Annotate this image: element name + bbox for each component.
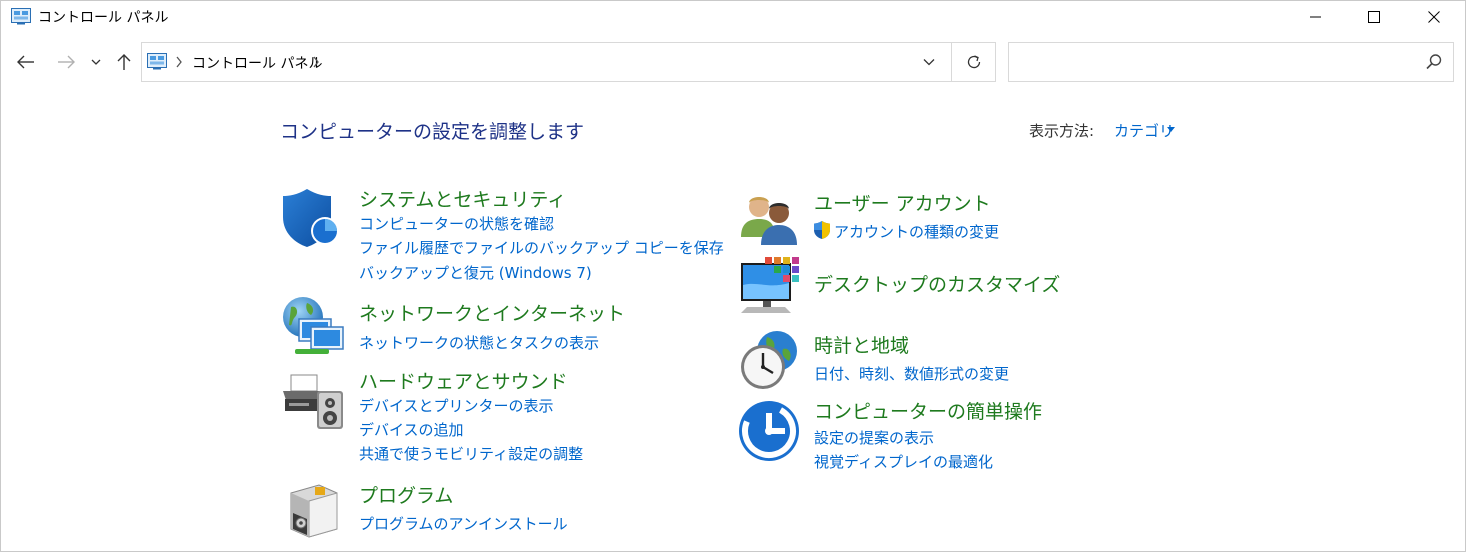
link-check-computer-status[interactable]: コンピューターの状態を確認	[359, 213, 554, 234]
category-ease-of-access[interactable]: コンピューターの簡単操作	[814, 397, 1042, 424]
clock-globe-icon[interactable]	[737, 329, 801, 393]
category-clock-region[interactable]: 時計と地域	[814, 331, 909, 358]
search-icon[interactable]	[1425, 53, 1443, 71]
link-mobility-settings[interactable]: 共通で使うモビリティ設定の調整	[359, 443, 583, 464]
control-panel-icon	[11, 8, 31, 25]
link-network-status-tasks[interactable]: ネットワークの状態とタスクの表示	[359, 332, 599, 353]
maximize-button[interactable]	[1351, 1, 1397, 33]
link-backup-restore[interactable]: バックアップと復元 (Windows 7)	[359, 262, 592, 283]
recent-locations-button[interactable]	[85, 49, 107, 75]
link-optimize-visual-display[interactable]: 視覚ディスプレイの最適化	[814, 451, 993, 472]
search-input[interactable]	[1015, 49, 1415, 75]
view-by-dropdown[interactable]: カテゴリ	[1114, 120, 1174, 141]
shield-icon[interactable]	[281, 187, 345, 251]
dropdown-arrow-icon[interactable]	[1167, 127, 1175, 132]
category-programs[interactable]: プログラム	[359, 481, 453, 508]
ease-of-access-icon[interactable]	[737, 399, 801, 463]
chevron-down-icon	[91, 59, 101, 65]
maximize-icon	[1368, 11, 1380, 23]
minimize-button[interactable]	[1293, 1, 1339, 33]
link-file-history-backup[interactable]: ファイル履歴でファイルのバックアップ コピーを保存	[359, 237, 724, 258]
address-divider	[951, 43, 952, 81]
category-network-internet[interactable]: ネットワークとインターネット	[359, 299, 625, 326]
link-add-device[interactable]: デバイスの追加	[359, 419, 464, 440]
search-box[interactable]	[1008, 42, 1454, 82]
refresh-icon	[967, 55, 981, 69]
chevron-down-icon	[923, 59, 935, 66]
programs-icon[interactable]	[285, 479, 349, 543]
page-heading: コンピューターの設定を調整します	[280, 121, 585, 143]
uac-shield-icon	[814, 221, 830, 239]
title-bar[interactable]: コントロール パネル	[1, 1, 1465, 33]
address-history-button[interactable]	[914, 43, 944, 81]
arrow-up-icon	[117, 54, 131, 70]
view-by-label: 表示方法:	[1029, 122, 1095, 140]
link-change-account-type[interactable]: アカウントの種類の変更	[834, 221, 999, 242]
category-system-security[interactable]: システムとセキュリティ	[359, 185, 566, 212]
control-panel-window: コントロール パネル コントロール パネル コンピューターの設定を調整します 表…	[0, 0, 1466, 552]
category-desktop-customization[interactable]: デスクトップのカスタマイズ	[814, 270, 1060, 297]
link-devices-printers[interactable]: デバイスとプリンターの表示	[359, 395, 554, 416]
category-hardware-sound[interactable]: ハードウェアとサウンド	[359, 367, 568, 394]
refresh-button[interactable]	[954, 43, 994, 81]
minimize-icon	[1310, 16, 1321, 18]
arrow-right-icon	[58, 55, 75, 69]
desktop-icon[interactable]	[739, 255, 803, 319]
users-icon[interactable]	[737, 187, 801, 251]
breadcrumb-control-panel[interactable]: コントロール パネル	[192, 53, 322, 73]
link-date-time-number-format[interactable]: 日付、時刻、数値形式の変更	[814, 363, 1009, 384]
breadcrumb-separator-icon[interactable]	[175, 56, 183, 68]
up-button[interactable]	[111, 49, 137, 75]
forward-button[interactable]	[53, 49, 79, 75]
printer-icon[interactable]	[281, 369, 345, 433]
breadcrumb-separator-icon[interactable]	[312, 56, 320, 68]
control-panel-icon	[147, 53, 167, 70]
arrow-left-icon	[17, 55, 34, 69]
close-icon	[1428, 11, 1440, 23]
window-title: コントロール パネル	[38, 10, 169, 26]
link-uninstall-program[interactable]: プログラムのアンインストール	[359, 513, 568, 534]
close-button[interactable]	[1411, 1, 1457, 33]
category-user-accounts[interactable]: ユーザー アカウント	[814, 189, 991, 216]
address-bar[interactable]: コントロール パネル	[141, 42, 996, 82]
back-button[interactable]	[13, 49, 39, 75]
network-icon[interactable]	[281, 295, 345, 359]
link-settings-suggestions[interactable]: 設定の提案の表示	[814, 427, 934, 448]
